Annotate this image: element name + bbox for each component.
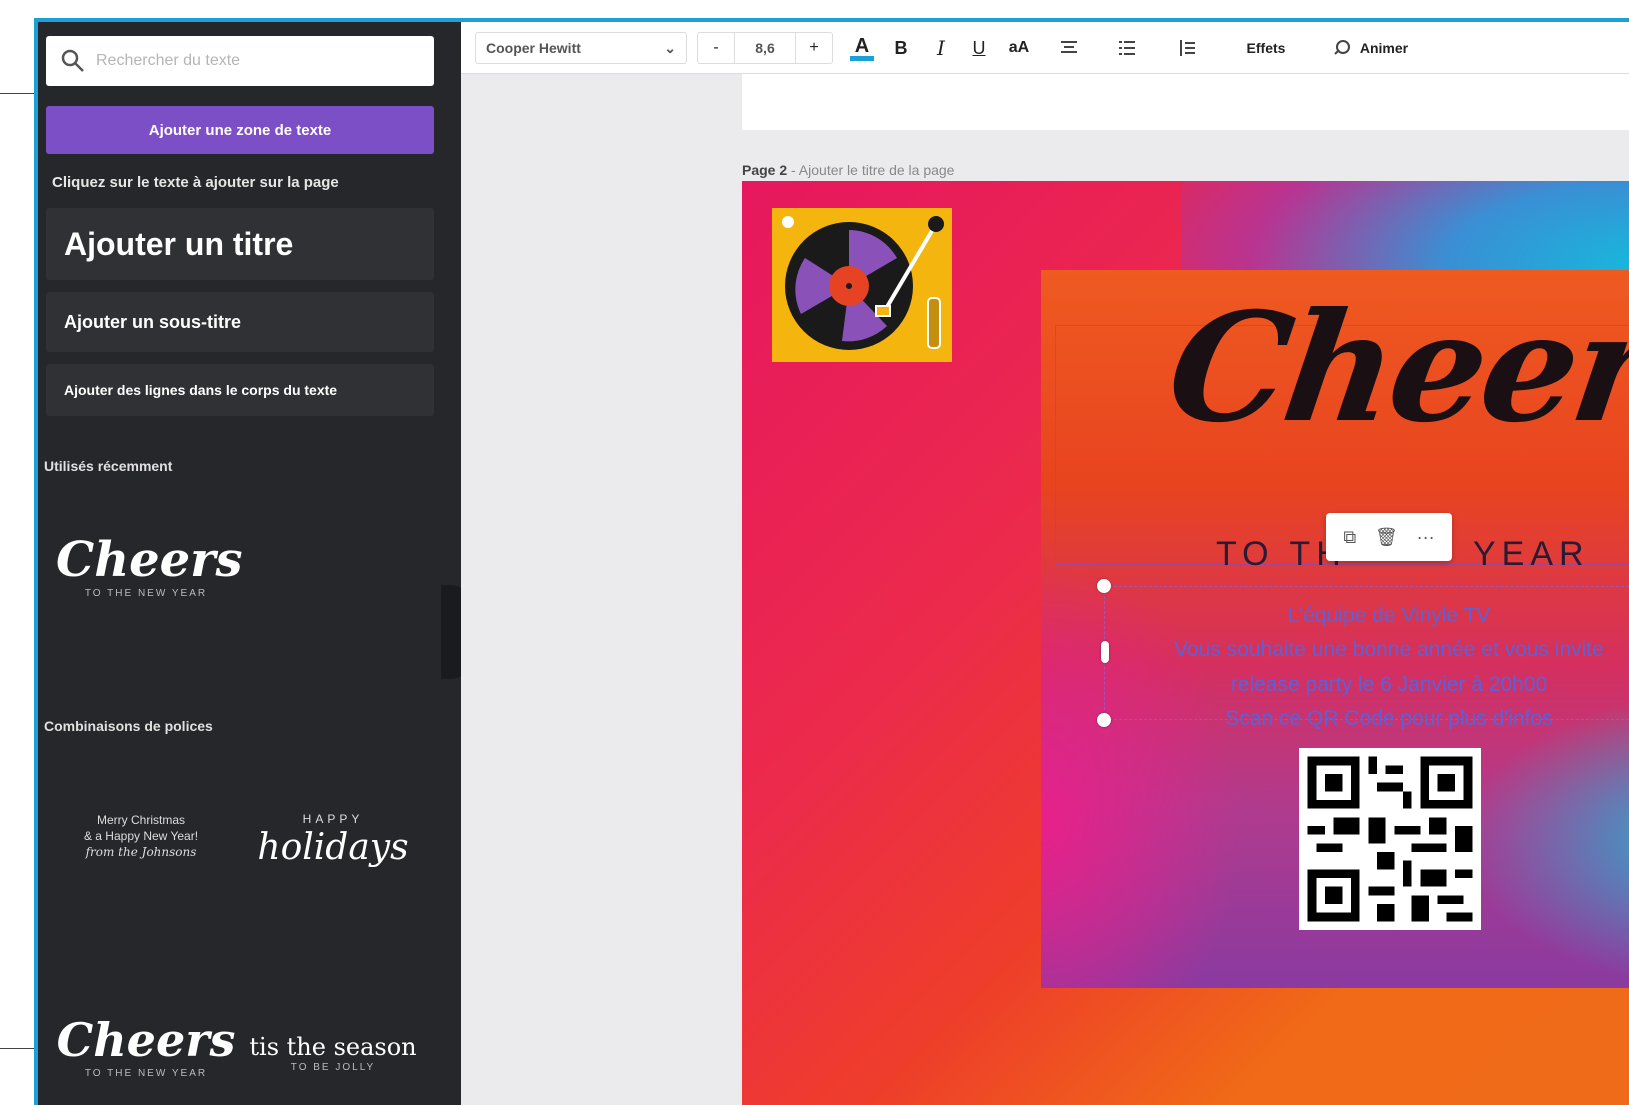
page-number: Page 2 — [742, 162, 788, 178]
search-icon — [61, 49, 84, 72]
font-combo-season[interactable]: tis the season TO BE JOLLY — [248, 1032, 418, 1073]
copy-icon[interactable]: ⧉ — [1343, 527, 1356, 548]
combo-title: tis the season — [249, 1033, 417, 1061]
text-panel: Ajouter une zone de texte Cliquez sur le… — [38, 22, 461, 1105]
list-button[interactable] — [1111, 32, 1143, 64]
list-icon — [1119, 41, 1135, 55]
divider-line — [0, 1048, 36, 1049]
add-page-title-link[interactable]: - Ajouter le titre de la page — [787, 162, 954, 178]
text-toolbar: Cooper Hewitt ⌄ - 8,6 + A B I U aA Effet… — [461, 22, 1629, 74]
combo-title: holidays — [257, 827, 409, 868]
font-combo-cheers[interactable]: Cheers TO THE NEW YEAR — [56, 1012, 236, 1079]
resize-handle[interactable] — [1097, 579, 1111, 593]
text-color-icon: A — [854, 34, 870, 57]
font-name: Cooper Hewitt — [486, 40, 581, 56]
effects-button[interactable]: Effets — [1231, 32, 1301, 64]
page-label[interactable]: Page 2 - Ajouter le titre de la page — [742, 162, 954, 178]
gradient-glow — [1461, 690, 1629, 988]
body-text-line[interactable]: Vous souhaite une bonne année et vous in… — [1089, 638, 1629, 662]
combo-line: Merry Christmas — [96, 813, 185, 827]
previous-page — [742, 74, 1629, 130]
letter-case-button[interactable]: aA — [999, 32, 1039, 64]
text-color-button[interactable]: A — [845, 32, 879, 64]
spacing-button[interactable] — [1171, 32, 1203, 64]
combo-subtitle: TO THE NEW YEAR — [84, 588, 208, 599]
headline-text[interactable]: Cheers — [1159, 280, 1629, 456]
add-body-text-button[interactable]: Ajouter des lignes dans le corps du text… — [46, 364, 434, 416]
combo-subtitle: HAPPY — [302, 812, 364, 826]
body-text-line[interactable]: Scan ce QR Code pour plus d'infos — [1089, 707, 1629, 731]
qr-code[interactable] — [1299, 748, 1481, 930]
align-button[interactable] — [1053, 32, 1085, 64]
body-text-line[interactable]: release party le 6 Janvier à 20h00 — [1089, 673, 1629, 697]
combo-title: Cheers — [56, 1013, 236, 1067]
underline-button[interactable]: U — [963, 32, 995, 64]
animate-button[interactable]: Animer — [1315, 32, 1425, 64]
editor-workspace: Cooper Hewitt ⌄ - 8,6 + A B I U aA Effet… — [461, 22, 1629, 1105]
panel-hint: Cliquez sur le texte à ajouter sur la pa… — [52, 174, 339, 191]
trash-icon[interactable]: 🗑 — [1375, 527, 1398, 548]
combo-title: Cheers — [56, 532, 243, 588]
search-input[interactable] — [96, 52, 396, 70]
recent-font-combo[interactable]: Cheers TO THE NEW YEAR — [56, 532, 243, 599]
animate-label: Animer — [1359, 40, 1409, 56]
font-combo-holidays[interactable]: HAPPY holidays — [248, 812, 418, 870]
bold-button[interactable]: B — [885, 32, 917, 64]
increase-size-button[interactable]: + — [795, 32, 833, 64]
add-subtitle-button[interactable]: Ajouter un sous-titre — [46, 292, 434, 352]
divider-line — [0, 93, 36, 94]
color-swatch — [850, 55, 874, 61]
combo-subtitle: TO THE NEW YEAR — [84, 1068, 208, 1079]
search-box[interactable] — [46, 36, 434, 86]
design-canvas[interactable]: Cheers TO TH YEAR ⧉ 🗑 ··· L'équipe de Vi… — [742, 181, 1629, 1105]
body-text-line[interactable]: L'équipe de Vinyle TV — [1089, 604, 1629, 628]
subtitle-text-end[interactable]: YEAR — [1473, 535, 1590, 574]
spacing-icon — [1180, 40, 1195, 56]
italic-button[interactable]: I — [925, 32, 957, 64]
element-actions-popup: ⧉ 🗑 ··· — [1326, 513, 1452, 561]
turntable-icon[interactable] — [772, 208, 952, 362]
font-family-select[interactable]: Cooper Hewitt ⌄ — [475, 32, 687, 64]
add-text-box-button[interactable]: Ajouter une zone de texte — [46, 106, 434, 154]
add-title-button[interactable]: Ajouter un titre — [46, 208, 434, 280]
combo-subtitle: TO BE JOLLY — [290, 1062, 376, 1073]
invitation-card[interactable]: Cheers TO TH YEAR ⧉ 🗑 ··· L'équipe de Vi… — [1041, 270, 1629, 988]
more-icon[interactable]: ··· — [1417, 527, 1435, 548]
font-combo-christmas[interactable]: Merry Christmas & a Happy New Year! from… — [56, 812, 226, 860]
decrease-size-button[interactable]: - — [697, 32, 735, 64]
animate-icon — [1334, 40, 1350, 55]
recent-heading: Utilisés récemment — [44, 458, 173, 474]
combo-line: & a Happy New Year! — [83, 829, 199, 843]
font-combos-heading: Combinaisons de polices — [44, 718, 213, 734]
screenshot: Ajouter une zone de texte Cliquez sur le… — [0, 0, 1629, 1105]
combo-line: from the Johnsons — [85, 845, 197, 859]
chevron-down-icon: ⌄ — [664, 39, 676, 56]
align-icon — [1061, 41, 1077, 53]
font-size-input[interactable]: 8,6 — [735, 32, 795, 64]
